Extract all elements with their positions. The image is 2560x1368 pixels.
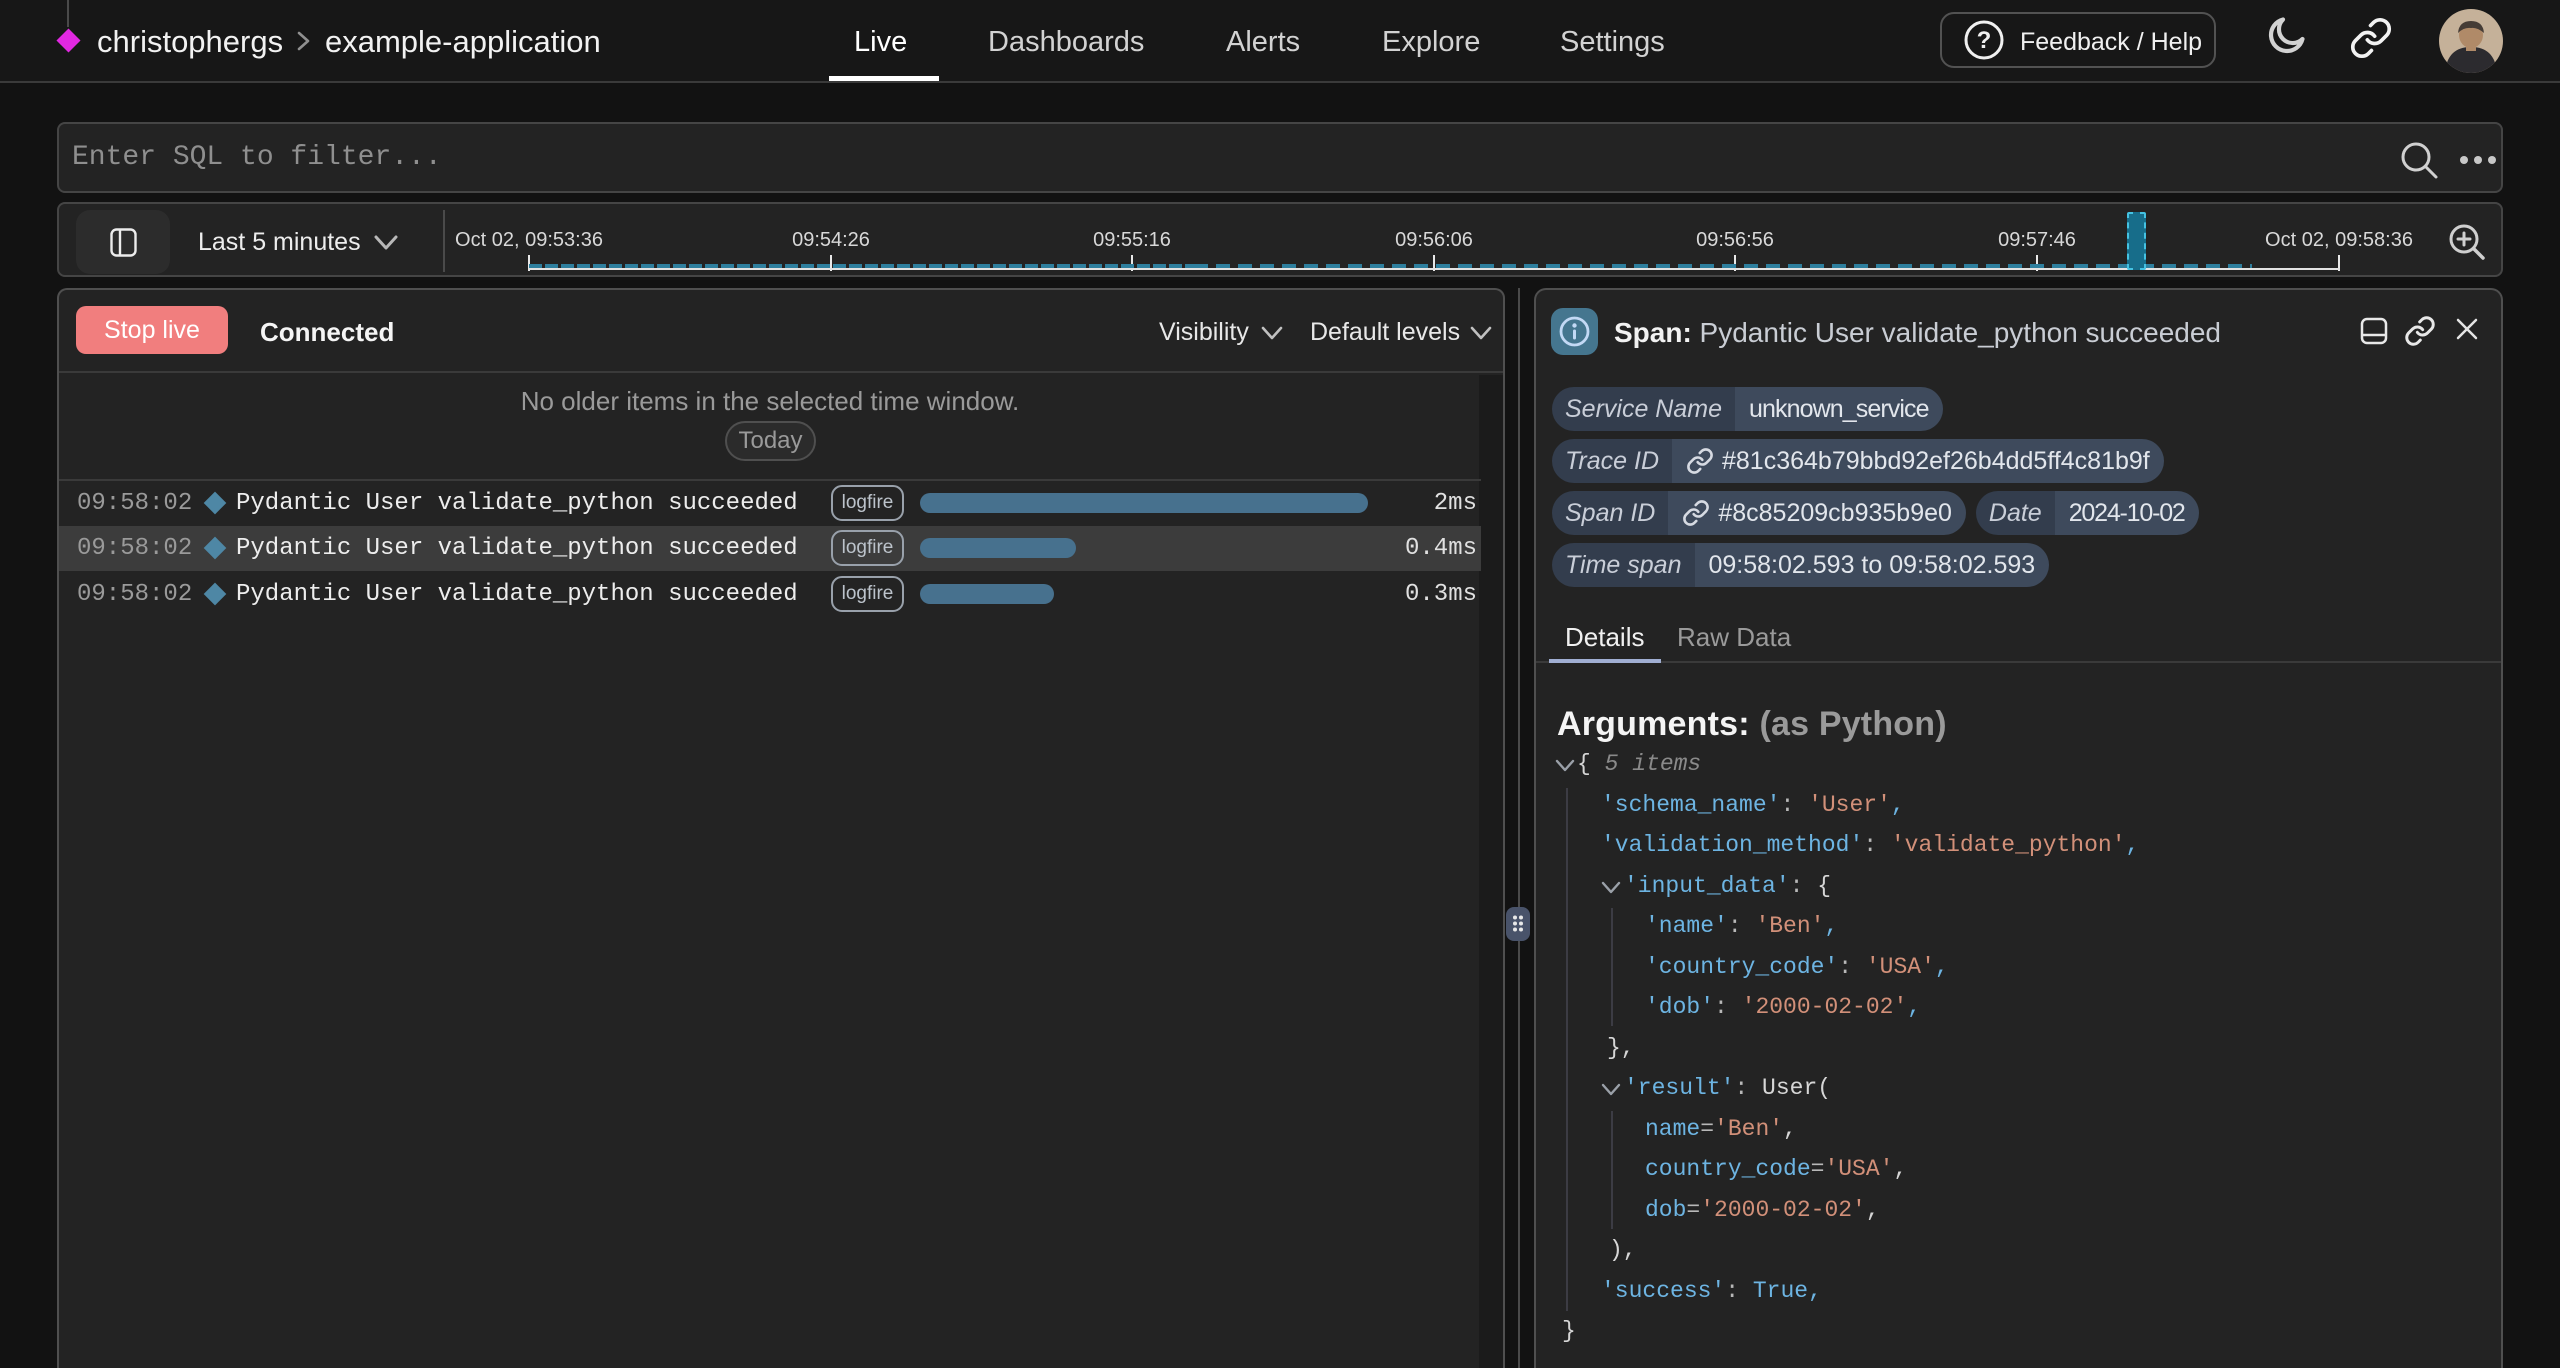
svg-text:?: ? [1977,27,1992,54]
